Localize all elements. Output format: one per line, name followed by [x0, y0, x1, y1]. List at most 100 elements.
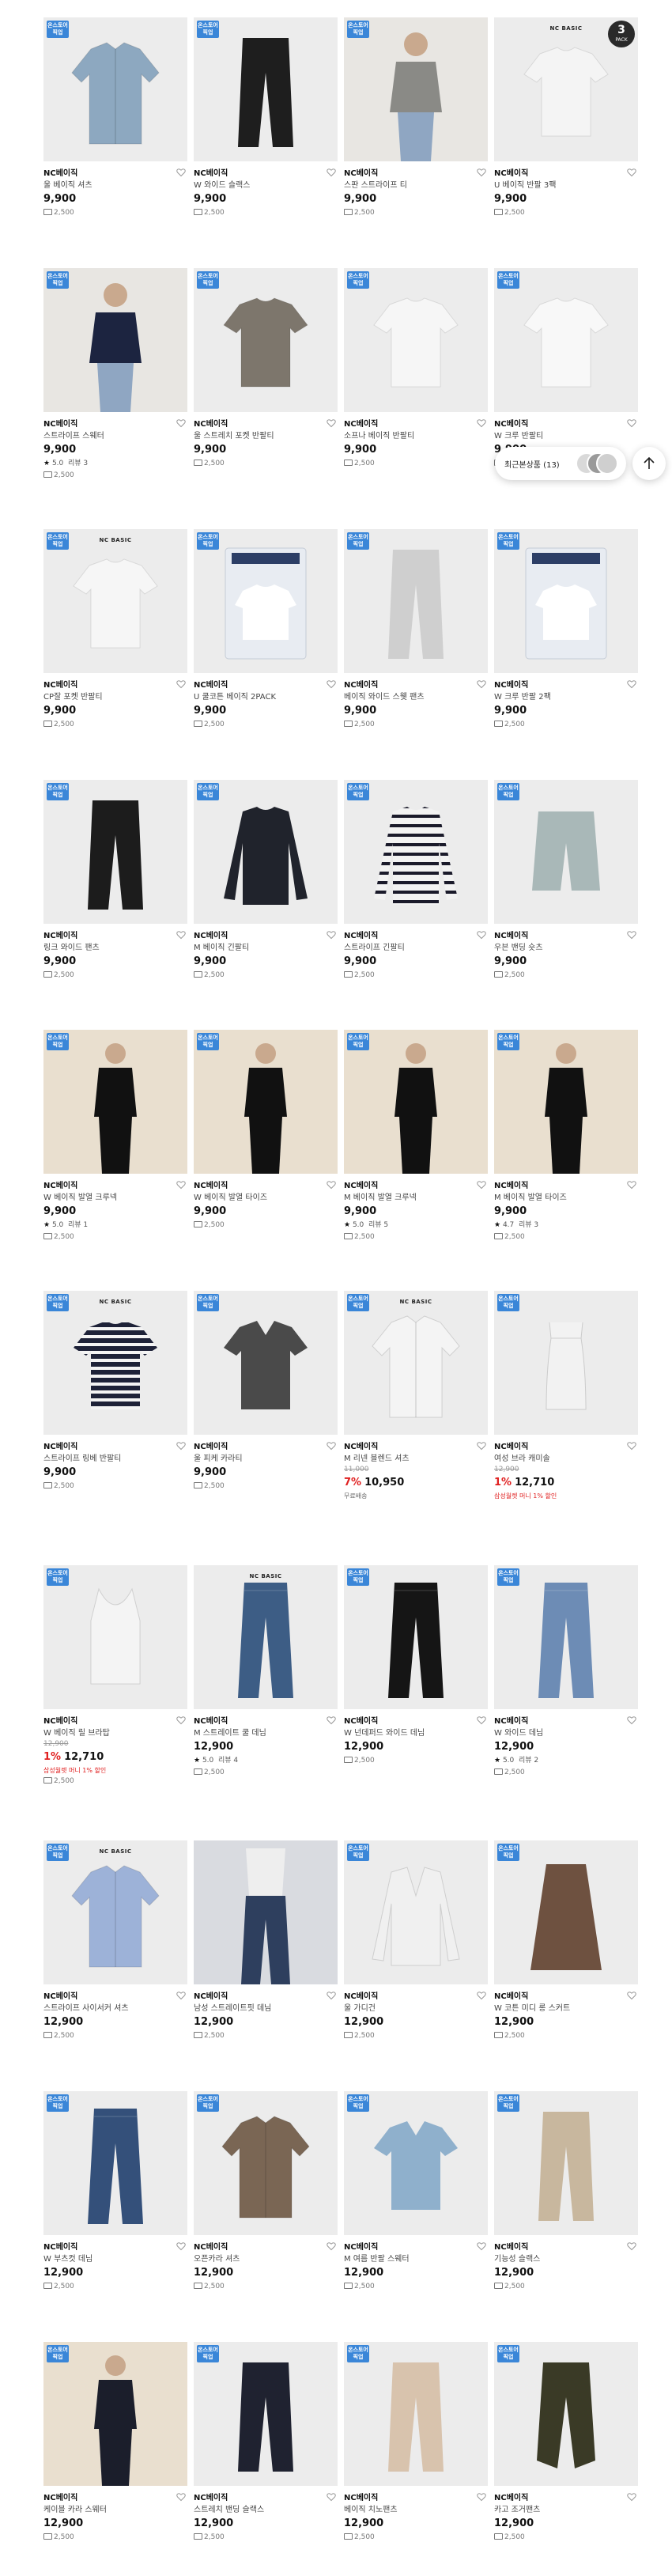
- heart-icon[interactable]: [627, 418, 636, 428]
- product-image[interactable]: 온스토어 픽업: [43, 268, 187, 412]
- product-name[interactable]: W 부츠컷 데님: [43, 2253, 187, 2265]
- product-image[interactable]: NC BASIC: [194, 1565, 338, 1709]
- product-brand[interactable]: NC베이직: [194, 2241, 338, 2253]
- heart-icon[interactable]: [176, 1991, 186, 2000]
- product-card[interactable]: 온스토어 픽업 NC베이직 W 베이직 발열 크루넥 9,900 ★ 5.0 리뷰 1 2…: [43, 1030, 187, 1243]
- product-brand[interactable]: NC베이직: [344, 1180, 488, 1192]
- product-brand[interactable]: NC베이직: [494, 1441, 638, 1453]
- product-name[interactable]: 울 피케 카라티: [194, 1453, 338, 1465]
- product-name[interactable]: 스트라이프 링베 반팔티: [43, 1453, 187, 1465]
- product-brand[interactable]: NC베이직: [43, 2241, 187, 2253]
- heart-icon[interactable]: [176, 2492, 186, 2502]
- product-image[interactable]: 온스토어 픽업: [194, 268, 338, 412]
- product-image[interactable]: 온스토어 픽업: [494, 1030, 638, 1174]
- product-brand[interactable]: NC베이직: [344, 1441, 488, 1453]
- product-image[interactable]: 온스토어 픽업: [194, 2342, 338, 2486]
- heart-icon[interactable]: [477, 1180, 486, 1190]
- product-card[interactable]: 온스토어 픽업 NC베이직 U 쿨코튼 베이직 2PACK 9,900 2,500: [194, 529, 338, 731]
- product-image[interactable]: 온스토어 픽업: [43, 1030, 187, 1174]
- product-name[interactable]: W 와이드 슬랙스: [194, 180, 338, 191]
- heart-icon[interactable]: [176, 418, 186, 428]
- product-card[interactable]: 온스토어 픽업 NC베이직 W 크루 반팔 2팩 9,900 2,500: [494, 529, 638, 731]
- product-card[interactable]: NC BASIC 3 PACK NC베이직 U 베이직 반팔 3팩 9,900 2,500: [494, 17, 638, 219]
- product-name[interactable]: 스판 스트라이프 티: [344, 180, 488, 191]
- product-brand[interactable]: NC베이직: [494, 2492, 638, 2504]
- heart-icon[interactable]: [327, 418, 336, 428]
- product-card[interactable]: 온스토어 픽업 NC베이직 M 여름 반팔 스웨터 12,900 2,500: [344, 2091, 488, 2293]
- heart-icon[interactable]: [477, 168, 486, 177]
- heart-icon[interactable]: [176, 1441, 186, 1451]
- product-brand[interactable]: NC베이직: [344, 418, 488, 430]
- product-name[interactable]: W 코튼 미디 롱 스커트: [494, 2003, 638, 2014]
- product-card[interactable]: 온스토어 픽업 NC베이직 W 코튼 미디 롱 스커트 12,900 2,500: [494, 1840, 638, 2042]
- product-card[interactable]: 온스토어 픽업 NC BASIC NC베이직 CP잘 포켓 반팔티 9,900 2,500: [43, 529, 187, 731]
- product-image[interactable]: [194, 1840, 338, 1984]
- product-card[interactable]: 온스토어 픽업 NC베이직 M 베이직 긴팔티 9,900 2,500: [194, 780, 338, 982]
- product-brand[interactable]: NC베이직: [344, 1715, 488, 1727]
- product-image[interactable]: 온스토어 픽업: [344, 17, 488, 161]
- product-name[interactable]: 여성 브라 캐미솔: [494, 1453, 638, 1465]
- heart-icon[interactable]: [327, 1715, 336, 1725]
- product-image[interactable]: 온스토어 픽업 NC BASIC: [43, 1291, 187, 1435]
- product-card[interactable]: 온스토어 픽업 NC베이직 스트라이프 긴팔티 9,900 2,500: [344, 780, 488, 982]
- scroll-to-top-button[interactable]: [632, 447, 666, 480]
- product-name[interactable]: 스트라이프 사이서커 셔츠: [43, 2003, 187, 2014]
- product-card[interactable]: 온스토어 픽업 NC베이직 울 스트레치 포켓 반팔티 9,900 2,500: [194, 268, 338, 470]
- heart-icon[interactable]: [627, 1991, 636, 2000]
- product-card[interactable]: 온스토어 픽업 NC베이직 M 베이직 발열 크루넥 9,900 ★ 5.0 리뷰 5 2…: [344, 1030, 488, 1243]
- product-name[interactable]: M 스트레이트 쿨 데님: [194, 1727, 338, 1739]
- product-name[interactable]: M 베이직 긴팔티: [194, 942, 338, 954]
- product-image[interactable]: 온스토어 픽업: [494, 1291, 638, 1435]
- product-image[interactable]: 온스토어 픽업 NC BASIC: [43, 1840, 187, 1984]
- product-name[interactable]: CP잘 포켓 반팔티: [43, 691, 187, 703]
- product-card[interactable]: 온스토어 픽업 NC BASIC NC베이직 스트라이프 링베 반팔티 9,900 2,5…: [43, 1291, 187, 1492]
- product-image[interactable]: 온스토어 픽업: [43, 780, 187, 924]
- heart-icon[interactable]: [477, 1441, 486, 1451]
- product-card[interactable]: 온스토어 픽업 NC BASIC NC베이직 스트라이프 사이서커 셔츠 12,900 2…: [43, 1840, 187, 2042]
- product-name[interactable]: W 넌데퍼드 와이드 데님: [344, 1727, 488, 1739]
- product-name[interactable]: M 베이직 발열 크루넥: [344, 1192, 488, 1204]
- product-brand[interactable]: NC베이직: [344, 679, 488, 691]
- heart-icon[interactable]: [477, 1715, 486, 1725]
- product-name[interactable]: 기능성 슬랙스: [494, 2253, 638, 2265]
- product-image[interactable]: 온스토어 픽업: [494, 780, 638, 924]
- product-name[interactable]: 카고 조거팬츠: [494, 2504, 638, 2516]
- product-brand[interactable]: NC베이직: [494, 1180, 638, 1192]
- product-card[interactable]: 온스토어 픽업 NC베이직 케이블 카라 스웨터 12,900 2,500: [43, 2342, 187, 2544]
- product-card[interactable]: 온스토어 픽업 NC베이직 W 베이직 발열 타이즈 9,900 2,500: [194, 1030, 338, 1231]
- product-name[interactable]: 스트레치 밴딩 슬랙스: [194, 2504, 338, 2516]
- heart-icon[interactable]: [176, 2241, 186, 2251]
- product-brand[interactable]: NC베이직: [43, 1441, 187, 1453]
- product-brand[interactable]: NC베이직: [494, 1715, 638, 1727]
- heart-icon[interactable]: [327, 930, 336, 940]
- product-brand[interactable]: NC베이직: [194, 418, 338, 430]
- heart-icon[interactable]: [327, 168, 336, 177]
- product-image[interactable]: 온스토어 픽업 NC BASIC: [344, 1291, 488, 1435]
- product-brand[interactable]: NC베이직: [194, 1715, 338, 1727]
- product-card[interactable]: 온스토어 픽업 NC베이직 울 베이직 셔츠 9,900 2,500: [43, 17, 187, 219]
- product-name[interactable]: W 베이직 발열 크루넥: [43, 1192, 187, 1204]
- product-card[interactable]: 온스토어 픽업 NC베이직 카고 조거팬츠 12,900 2,500: [494, 2342, 638, 2544]
- product-image[interactable]: 온스토어 픽업: [194, 529, 338, 673]
- product-name[interactable]: M 베이직 발열 타이즈: [494, 1192, 638, 1204]
- heart-icon[interactable]: [327, 2241, 336, 2251]
- product-image[interactable]: 온스토어 픽업: [194, 780, 338, 924]
- product-name[interactable]: 케이블 카라 스웨터: [43, 2504, 187, 2516]
- product-name[interactable]: 베이직 와이드 스웻 팬츠: [344, 691, 488, 703]
- product-name[interactable]: 스트라이프 스웨터: [43, 430, 187, 442]
- heart-icon[interactable]: [627, 2492, 636, 2502]
- product-brand[interactable]: NC베이직: [344, 2241, 488, 2253]
- product-brand[interactable]: NC베이직: [194, 930, 338, 942]
- product-image[interactable]: 온스토어 픽업: [344, 268, 488, 412]
- heart-icon[interactable]: [176, 168, 186, 177]
- heart-icon[interactable]: [176, 1180, 186, 1190]
- product-image[interactable]: 온스토어 픽업: [344, 529, 488, 673]
- product-brand[interactable]: NC베이직: [43, 930, 187, 942]
- product-card[interactable]: 온스토어 픽업 NC베이직 W 와이드 데님 12,900 ★ 5.0 리뷰 2 2,50…: [494, 1565, 638, 1779]
- product-name[interactable]: M 리넨 블렌드 셔츠: [344, 1453, 488, 1465]
- product-name[interactable]: 링크 와이드 팬츠: [43, 942, 187, 954]
- heart-icon[interactable]: [627, 168, 636, 177]
- heart-icon[interactable]: [327, 1441, 336, 1451]
- product-card[interactable]: 온스토어 픽업 NC베이직 우븐 밴딩 숏츠 9,900 2,500: [494, 780, 638, 982]
- product-brand[interactable]: NC베이직: [194, 1180, 338, 1192]
